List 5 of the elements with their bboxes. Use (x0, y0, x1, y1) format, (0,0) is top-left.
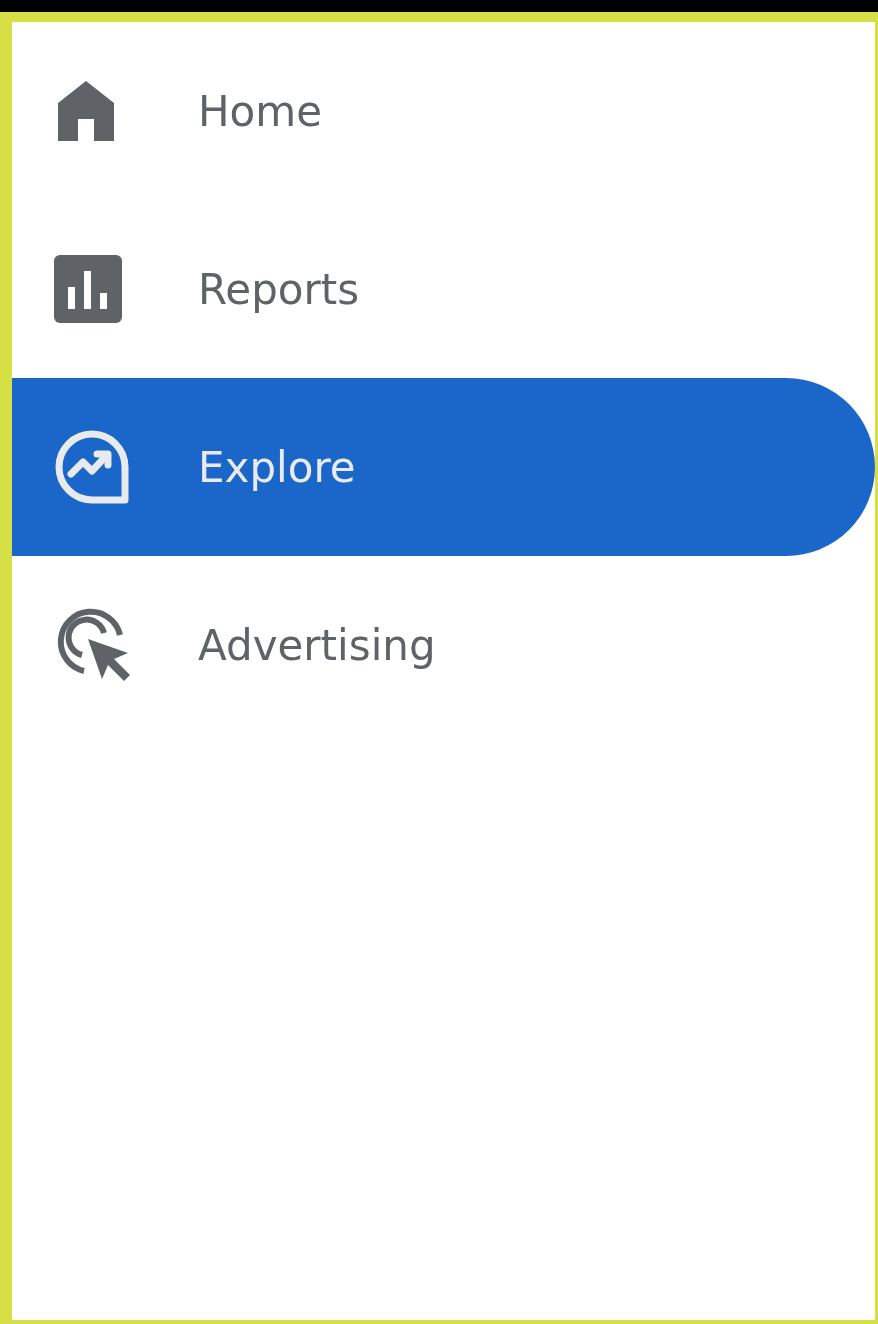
nav-item[interactable]: Reports (12, 200, 875, 378)
bar-chart-icon (54, 255, 122, 323)
nav-item[interactable]: Home (12, 22, 875, 200)
nav-item[interactable]: Explore (12, 378, 875, 556)
nav-item[interactable]: Advertising (12, 556, 875, 734)
